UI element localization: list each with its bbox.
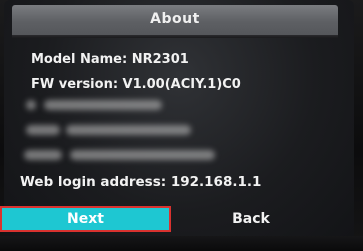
bezel-bottom: [0, 236, 363, 251]
fw-version-text: FW version: V1.00(ACIY.1)C0: [31, 77, 241, 92]
next-button[interactable]: Next: [0, 206, 171, 232]
model-name-text: Model Name: NR2301: [31, 52, 189, 67]
web-login-address-text: Web login address: 192.168.1.1: [20, 174, 262, 190]
back-button[interactable]: Back: [196, 206, 306, 232]
redacted-value-3: [70, 150, 215, 160]
dialog-title: About: [150, 11, 200, 27]
redacted-label-3: [24, 150, 62, 160]
redacted-value-2: [66, 125, 191, 135]
title-bar: About: [12, 5, 338, 35]
redacted-label-2: [26, 125, 60, 135]
title-divider: [12, 35, 338, 38]
redacted-label-1: [26, 100, 36, 110]
redacted-value-1: [44, 100, 162, 110]
